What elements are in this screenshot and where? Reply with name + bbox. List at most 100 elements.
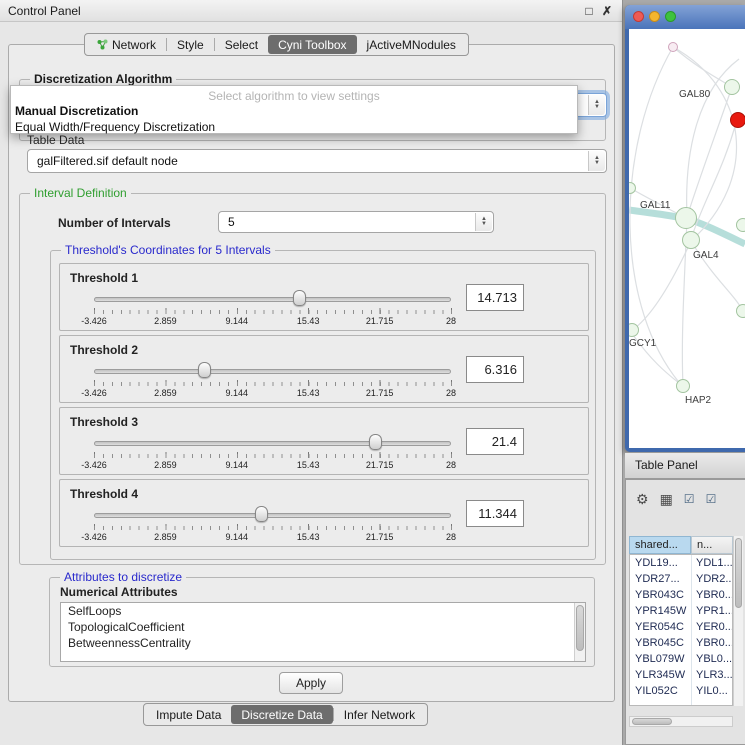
cell-name[interactable]: YLR3... [696, 667, 733, 683]
slider-track[interactable] [94, 513, 451, 518]
close-icon[interactable]: ✗ [599, 3, 615, 19]
cell-name[interactable]: YDR2... [696, 571, 733, 587]
table-row[interactable]: YLR345W YLR3... [630, 667, 732, 683]
network-node-gal4[interactable] [682, 231, 700, 249]
list-item[interactable]: TopologicalCoefficient [61, 619, 585, 635]
cell-shared-name[interactable]: YLR345W [635, 667, 685, 683]
minimize-traffic-light-icon[interactable] [649, 11, 660, 22]
threshold-value-field[interactable]: 14.713 [466, 284, 524, 311]
cell-name[interactable]: YBR0... [696, 635, 733, 651]
combo-stepper-icon[interactable]: ▲▼ [588, 95, 605, 115]
scrollbar-thumb[interactable] [576, 605, 584, 651]
apply-button[interactable]: Apply [279, 672, 343, 694]
scrollbar-thumb[interactable] [632, 718, 672, 725]
cell-shared-name[interactable]: YDL19... [635, 555, 678, 571]
combo-stepper-icon[interactable]: ▲▼ [588, 151, 605, 171]
network-node-selected[interactable] [730, 112, 745, 128]
slider-track[interactable] [94, 297, 451, 302]
number-of-intervals-label: Number of Intervals [58, 216, 171, 230]
tick-label: 15.43 [297, 532, 320, 542]
network-window-titlebar[interactable] [625, 5, 745, 29]
column-header-name[interactable]: n... [691, 536, 733, 554]
tab-style[interactable]: Style [167, 35, 214, 54]
network-node[interactable] [736, 304, 745, 318]
cell-shared-name[interactable]: YBR045C [635, 635, 684, 651]
network-node[interactable] [736, 218, 745, 232]
table-row[interactable]: YER054C YER0... [630, 619, 732, 635]
node-label: HAP2 [685, 395, 711, 406]
cell-shared-name[interactable]: YPR145W [635, 603, 686, 619]
slider-thumb[interactable] [293, 290, 306, 306]
slider-track[interactable] [94, 369, 451, 374]
close-traffic-light-icon[interactable] [633, 11, 644, 22]
threshold-value-field[interactable]: 6.316 [466, 356, 524, 383]
control-panel-titlebar[interactable]: Control Panel □ ✗ [0, 0, 622, 22]
tab-jactivemnodules[interactable]: jActiveMNodules [357, 35, 466, 54]
cell-shared-name[interactable]: YIL052C [635, 683, 678, 699]
slider-thumb[interactable] [198, 362, 211, 378]
table-row[interactable]: YPR145W YPR1... [630, 603, 732, 619]
cell-shared-name[interactable]: YBL079W [635, 651, 685, 667]
checkbox-icon[interactable]: ☑ [706, 492, 717, 506]
list-item[interactable]: BetweennessCentrality [61, 635, 585, 651]
network-canvas[interactable]: GAL80 GAL11 GAL4 GCY1 HAP2 [629, 29, 745, 448]
gear-icon[interactable]: ⚙ [636, 492, 649, 506]
table-row[interactable]: YBR045C YBR0... [630, 635, 732, 651]
threshold-slider[interactable]: -3.426 2.859 9.144 15.43 21.715 28 [94, 288, 451, 328]
cell-shared-name[interactable]: YDR27... [635, 571, 680, 587]
threshold-slider[interactable]: -3.426 2.859 9.144 15.43 21.715 28 [94, 504, 451, 544]
slider-track[interactable] [94, 441, 451, 446]
tick-label: 28 [446, 532, 456, 542]
select-all-checkbox-icon[interactable]: ☑ [684, 492, 695, 506]
tab-network[interactable]: Network [87, 35, 166, 54]
table-row[interactable]: YBR043C YBR0... [630, 587, 732, 603]
tab-discretize-data[interactable]: Discretize Data [231, 705, 332, 724]
table-horizontal-scrollbar[interactable] [629, 716, 733, 727]
cell-name[interactable]: YPR1... [696, 603, 733, 619]
table-row[interactable]: YDR27... YDR2... [630, 571, 732, 587]
table-panel-header[interactable]: Table Panel [625, 452, 745, 479]
list-scrollbar[interactable] [574, 603, 585, 661]
control-panel-window: Control Panel □ ✗ Network Style Select C… [0, 0, 623, 745]
column-header-shared-name[interactable]: shared... [629, 536, 691, 554]
slider-thumb[interactable] [255, 506, 268, 522]
combo-stepper-icon[interactable]: ▲▼ [475, 213, 492, 231]
table-data-select[interactable]: galFiltered.sif default node ▲▼ [27, 149, 607, 173]
threshold-value-field[interactable]: 21.4 [466, 428, 524, 455]
threshold-slider[interactable]: -3.426 2.859 9.144 15.43 21.715 28 [94, 432, 451, 472]
tab-cyni-toolbox[interactable]: Cyni Toolbox [268, 35, 356, 54]
cell-shared-name[interactable]: YER054C [635, 619, 684, 635]
node-label: GCY1 [629, 338, 656, 349]
zoom-traffic-light-icon[interactable] [665, 11, 676, 22]
cell-name[interactable]: YBL0... [696, 651, 732, 667]
threshold-value-field[interactable]: 11.344 [466, 500, 524, 527]
network-node[interactable] [724, 79, 740, 95]
cell-name[interactable]: YDL1... [696, 555, 733, 571]
table-vertical-scrollbar[interactable] [733, 536, 743, 706]
dropdown-option-manual-discretization[interactable]: Manual Discretization [11, 103, 577, 119]
columns-icon[interactable]: ▦ [660, 492, 673, 506]
cell-name[interactable]: YER0... [696, 619, 733, 635]
tab-impute-data[interactable]: Impute Data [146, 705, 231, 724]
list-item[interactable]: SelfLoops [61, 603, 585, 619]
dropdown-option-equal-width-frequency[interactable]: Equal Width/Frequency Discretization [11, 119, 577, 135]
cell-shared-name[interactable]: YBR043C [635, 587, 684, 603]
numerical-attributes-list[interactable]: SelfLoops TopologicalCoefficient Between… [60, 602, 586, 662]
threshold-slider[interactable]: -3.426 2.859 9.144 15.43 21.715 28 [94, 360, 451, 400]
minimize-icon[interactable]: □ [581, 3, 597, 19]
cell-name[interactable]: YIL0... [696, 683, 728, 699]
table-row[interactable]: YDL19... YDL1... [630, 555, 732, 571]
table-row[interactable]: YBL079W YBL0... [630, 651, 732, 667]
tab-select[interactable]: Select [215, 35, 268, 54]
scrollbar-thumb[interactable] [735, 538, 742, 608]
tab-label: Select [225, 38, 258, 52]
cell-name[interactable]: YBR0... [696, 587, 733, 603]
network-view-window[interactable]: GAL80 GAL11 GAL4 GCY1 HAP2 [625, 5, 745, 452]
slider-thumb[interactable] [369, 434, 382, 450]
network-node-gal11[interactable] [675, 207, 697, 229]
network-node[interactable] [668, 42, 678, 52]
network-node-hap2[interactable] [676, 379, 690, 393]
tab-infer-network[interactable]: Infer Network [334, 705, 425, 724]
number-of-intervals-select[interactable]: 5 ▲▼ [218, 211, 494, 233]
table-row[interactable]: YIL052C YIL0... [630, 683, 732, 699]
